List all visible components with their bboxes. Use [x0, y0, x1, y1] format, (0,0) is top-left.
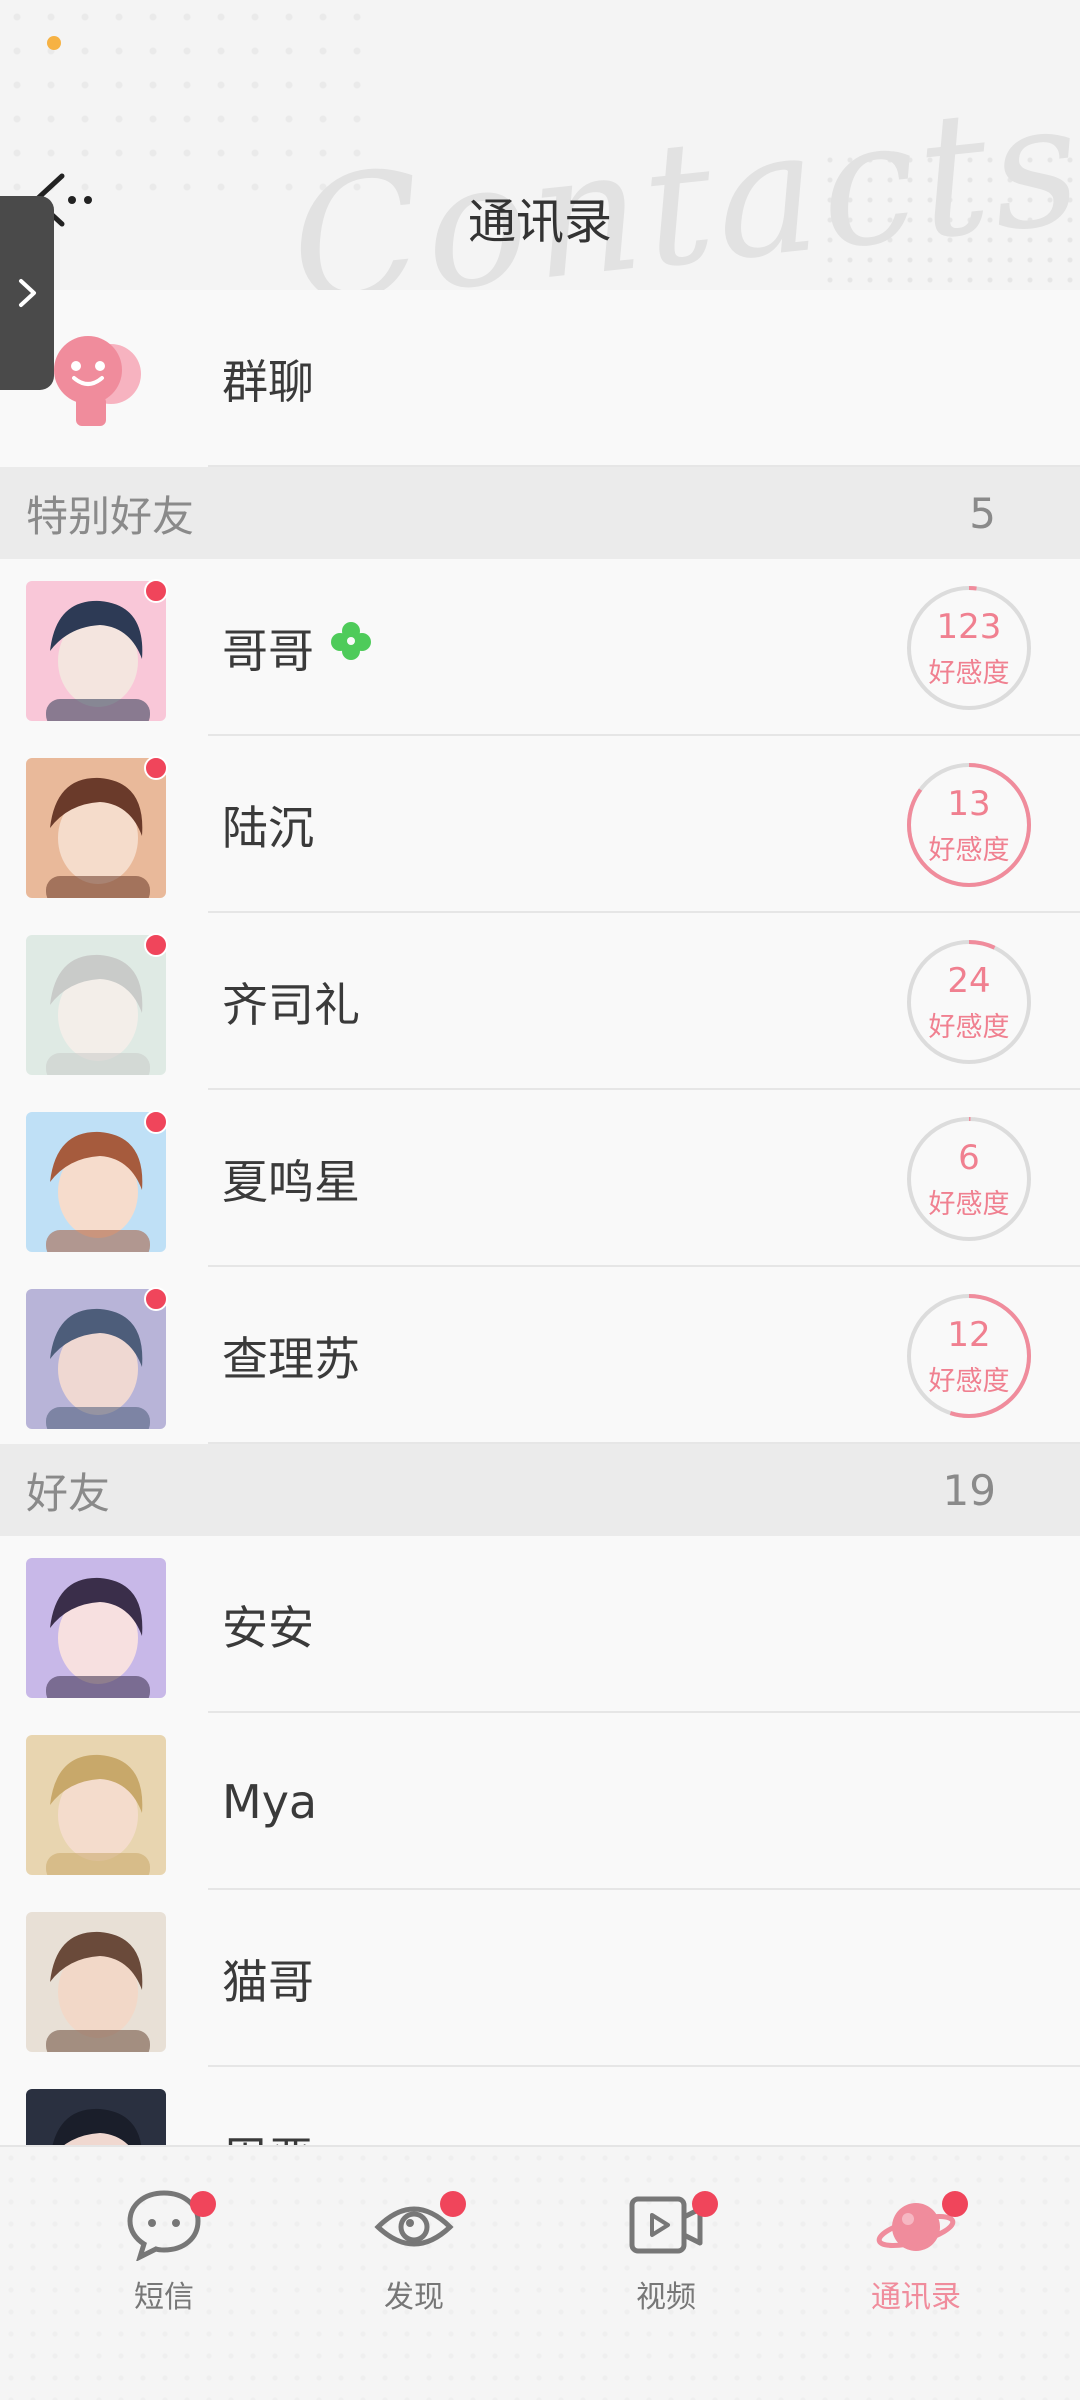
affinity-value: 6: [958, 1138, 980, 1178]
contact-name: Mya: [222, 1774, 318, 1829]
clover-icon: [328, 619, 374, 676]
friend-row[interactable]: 猫哥: [0, 1890, 1080, 2067]
friend-row[interactable]: 安安: [0, 1536, 1080, 1713]
section-count: 5: [969, 488, 996, 538]
affinity-meter: 123 好感度: [902, 581, 1036, 715]
special-friend-row[interactable]: 哥哥 123 好感度: [0, 559, 1080, 736]
avatar[interactable]: [26, 1912, 166, 2052]
section-header-friends: 好友 19: [0, 1444, 1080, 1536]
unread-badge-dot: [144, 579, 168, 603]
notification-dot: [190, 2191, 216, 2217]
bottom-navigation: 短信 发现 视频 通讯录: [0, 2145, 1080, 2400]
contact-name-text: 陆沉: [222, 800, 314, 855]
nav-discover[interactable]: 发现: [334, 2187, 494, 2337]
section-header-special-friends: 特别好友 5: [0, 467, 1080, 559]
affinity-value: 123: [936, 607, 1002, 647]
nav-label: 视频: [636, 2280, 696, 2315]
header-watermark: Contacts: [281, 64, 1080, 290]
avatar[interactable]: [26, 1558, 166, 1698]
nav-video[interactable]: 视频: [586, 2187, 746, 2337]
avatar[interactable]: [26, 935, 166, 1075]
avatar[interactable]: [26, 581, 166, 721]
affinity-value: 24: [947, 961, 991, 1001]
contact-name: 哥哥: [222, 559, 374, 736]
header: Contacts 通讯录: [0, 0, 1080, 290]
contact-name: 查理苏: [222, 1267, 360, 1444]
group-chat-label: 群聊: [222, 354, 314, 409]
special-friend-row[interactable]: 齐司礼 24 好感度: [0, 913, 1080, 1090]
contact-name: 安安: [222, 1600, 314, 1655]
friend-row[interactable]: Mya: [0, 1713, 1080, 1890]
contact-name: 夏鸣星: [222, 1090, 360, 1267]
affinity-label: 好感度: [928, 1189, 1010, 1220]
contact-name-text: 查理苏: [222, 1331, 360, 1386]
group-chat-row[interactable]: 群聊: [0, 290, 1080, 467]
avatar[interactable]: [26, 1289, 166, 1429]
page-title: 通讯录: [467, 194, 612, 250]
affinity-meter: 24 好感度: [902, 935, 1036, 1069]
affinity-meter: 13 好感度: [902, 758, 1036, 892]
affinity-meter: 12 好感度: [902, 1289, 1036, 1423]
affinity-value: 13: [947, 784, 991, 824]
avatar[interactable]: [26, 1112, 166, 1252]
nav-contacts[interactable]: 通讯录: [836, 2187, 996, 2337]
notification-dot: [440, 2191, 466, 2217]
unread-badge-dot: [144, 756, 168, 780]
unread-badge-dot: [144, 1287, 168, 1311]
affinity-meter: 6 好感度: [902, 1112, 1036, 1246]
nav-label: 发现: [384, 2280, 444, 2315]
contact-name: 陆沉: [222, 736, 314, 913]
unread-badge-dot: [144, 1110, 168, 1134]
status-indicator-dot: [47, 36, 61, 50]
side-drawer-toggle[interactable]: [0, 196, 54, 390]
affinity-value: 12: [947, 1315, 991, 1355]
affinity-label: 好感度: [928, 1012, 1010, 1043]
contacts-list: 群聊 特别好友 5 哥哥 123 好感度 陆沉 13 好感度 齐司礼 24 好感度 夏鸣星 6 好感度…: [0, 290, 1080, 2244]
notification-dot: [692, 2191, 718, 2217]
section-label: 特别好友: [26, 491, 195, 541]
nav-messages[interactable]: 短信: [84, 2187, 244, 2337]
affinity-label: 好感度: [928, 1366, 1010, 1397]
affinity-label: 好感度: [928, 835, 1010, 866]
section-label: 好友: [26, 1468, 111, 1518]
avatar[interactable]: [26, 758, 166, 898]
unread-badge-dot: [144, 933, 168, 957]
contact-name-text: 夏鸣星: [222, 1154, 360, 1209]
section-count: 19: [942, 1465, 996, 1515]
contact-name: 猫哥: [222, 1954, 314, 2009]
chevron-right-icon: [19, 279, 36, 307]
notification-dot: [942, 2191, 968, 2217]
avatar[interactable]: [26, 1735, 166, 1875]
contact-name-text: 齐司礼: [222, 977, 360, 1032]
special-friend-row[interactable]: 查理苏 12 好感度: [0, 1267, 1080, 1444]
affinity-label: 好感度: [928, 658, 1010, 689]
contact-name-text: 哥哥: [222, 623, 314, 678]
nav-label: 通讯录: [871, 2280, 961, 2315]
special-friend-row[interactable]: 陆沉 13 好感度: [0, 736, 1080, 913]
contact-name: 齐司礼: [222, 913, 360, 1090]
special-friend-row[interactable]: 夏鸣星 6 好感度: [0, 1090, 1080, 1267]
nav-label: 短信: [134, 2280, 194, 2315]
